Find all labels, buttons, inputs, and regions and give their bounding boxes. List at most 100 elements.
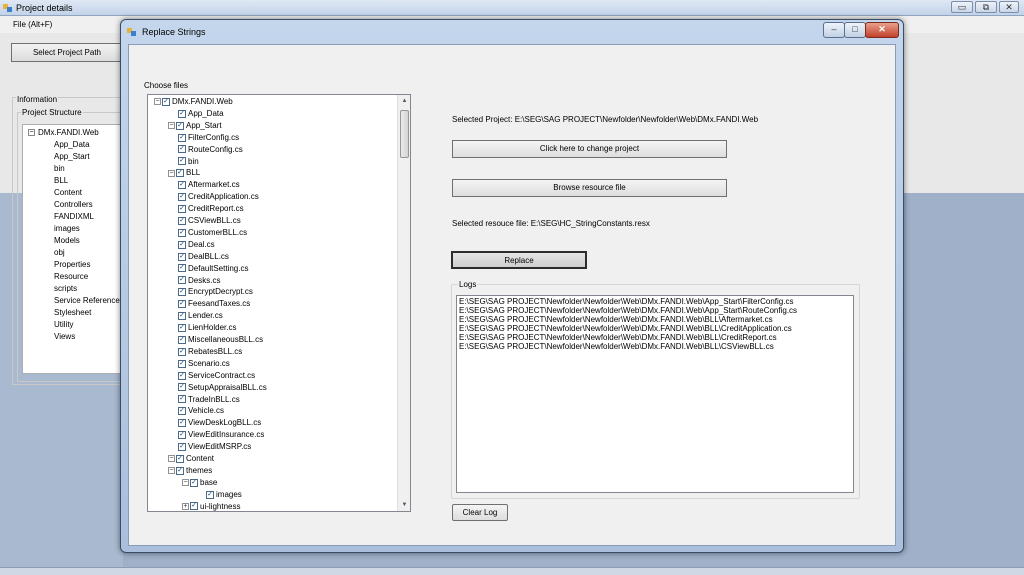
- collapse-icon[interactable]: −: [168, 455, 175, 463]
- file-tree-node[interactable]: ✓ CSViewBLL.cs: [178, 215, 241, 227]
- node-checkbox[interactable]: ✓: [178, 359, 186, 368]
- file-tree-scrollbar[interactable]: ▲ ▼: [397, 95, 410, 511]
- project-tree-item[interactable]: Resource: [54, 272, 88, 281]
- project-structure-tree[interactable]: − DMx.FANDI.Web App_Data App_Start bin BLL Co…: [22, 124, 123, 374]
- project-tree-item[interactable]: Views: [54, 332, 75, 341]
- node-checkbox[interactable]: ✓: [178, 288, 186, 297]
- file-tree-node[interactable]: ✓ DefaultSetting.cs: [178, 263, 248, 275]
- file-tree-node[interactable]: − ✓ BLL: [168, 167, 200, 179]
- file-tree-node[interactable]: ✓ LienHolder.cs: [178, 322, 236, 334]
- file-tree-node[interactable]: ✓ RebatesBLL.cs: [178, 346, 242, 358]
- node-checkbox[interactable]: ✓: [178, 157, 186, 166]
- node-checkbox[interactable]: ✓: [178, 204, 186, 213]
- project-tree-item[interactable]: FANDIXML: [54, 212, 94, 221]
- node-checkbox[interactable]: ✓: [178, 300, 186, 309]
- project-tree-root[interactable]: − DMx.FANDI.Web: [28, 128, 99, 137]
- collapse-icon[interactable]: −: [168, 122, 175, 130]
- dialog-minimize-button[interactable]: ‒: [823, 22, 845, 38]
- node-checkbox[interactable]: ✓: [178, 240, 186, 249]
- node-checkbox[interactable]: ✓: [178, 216, 186, 225]
- file-tree-node[interactable]: ✓ SetupAppraisalBLL.cs: [178, 382, 267, 394]
- node-checkbox[interactable]: ✓: [178, 383, 186, 392]
- file-tree[interactable]: − ✓ DMx.FANDI.Web ✓ App_Data − ✓ App_Start ✓ Filt…: [147, 94, 411, 512]
- project-tree-item[interactable]: images: [54, 224, 80, 233]
- node-checkbox[interactable]: ✓: [178, 312, 186, 321]
- file-tree-node[interactable]: ✓ Scenario.cs: [178, 358, 230, 370]
- browse-resource-button[interactable]: Browse resource file: [452, 179, 727, 197]
- file-tree-node[interactable]: ✓ bin: [178, 156, 199, 168]
- select-project-path-button[interactable]: Select Project Path: [11, 43, 123, 62]
- dialog-titlebar[interactable]: Replace Strings ‒ □ ✕: [121, 20, 903, 44]
- file-tree-node[interactable]: ✓ TradeInBLL.cs: [178, 394, 240, 406]
- node-checkbox[interactable]: ✓: [178, 431, 186, 440]
- node-checkbox[interactable]: ✓: [178, 276, 186, 285]
- file-tree-node[interactable]: − ✓ themes: [168, 465, 212, 477]
- file-tree-node[interactable]: ✓ ViewEditMSRP.cs: [178, 441, 251, 453]
- file-tree-node[interactable]: ✓ MiscellaneousBLL.cs: [178, 334, 263, 346]
- node-checkbox[interactable]: ✓: [178, 145, 186, 154]
- file-tree-node[interactable]: + ✓ ui-lightness: [182, 501, 240, 511]
- bg-close-button[interactable]: ✕: [999, 1, 1019, 13]
- scroll-down-icon[interactable]: ▼: [398, 499, 411, 511]
- logs-textbox[interactable]: E:\SEG\SAG PROJECT\Newfolder\Newfolder\W…: [456, 295, 854, 493]
- bg-minimize-button[interactable]: ▭: [951, 1, 973, 13]
- scroll-up-icon[interactable]: ▲: [398, 95, 411, 107]
- file-tree-node[interactable]: ✓ CustomerBLL.cs: [178, 227, 247, 239]
- node-checkbox[interactable]: ✓: [178, 371, 186, 380]
- project-tree-item[interactable]: scripts: [54, 284, 77, 293]
- file-tree-node[interactable]: − ✓ App_Start: [168, 120, 222, 132]
- node-checkbox[interactable]: ✓: [176, 169, 184, 178]
- node-checkbox[interactable]: ✓: [178, 395, 186, 404]
- node-checkbox[interactable]: ✓: [178, 442, 186, 451]
- project-tree-item[interactable]: Utility: [54, 320, 74, 329]
- file-menu[interactable]: File (Alt+F): [13, 20, 52, 29]
- scroll-thumb[interactable]: [400, 110, 409, 158]
- node-checkbox[interactable]: ✓: [206, 490, 214, 499]
- node-checkbox[interactable]: ✓: [178, 228, 186, 237]
- file-tree-node[interactable]: ✓ Lender.cs: [178, 310, 223, 322]
- project-tree-item[interactable]: Content: [54, 188, 82, 197]
- collapse-icon[interactable]: −: [182, 479, 189, 487]
- project-tree-item[interactable]: App_Data: [54, 140, 90, 149]
- project-tree-item[interactable]: Controllers: [54, 200, 93, 209]
- node-checkbox[interactable]: ✓: [190, 502, 198, 511]
- change-project-button[interactable]: Click here to change project: [452, 140, 727, 158]
- node-checkbox[interactable]: ✓: [178, 252, 186, 261]
- file-tree-node[interactable]: ✓ FilterConfig.cs: [178, 132, 239, 144]
- project-tree-item[interactable]: BLL: [54, 176, 68, 185]
- node-checkbox[interactable]: ✓: [176, 454, 184, 463]
- file-tree-node[interactable]: ✓ DealBLL.cs: [178, 251, 229, 263]
- project-tree-item[interactable]: Stylesheet: [54, 308, 91, 317]
- collapse-icon[interactable]: −: [154, 98, 161, 106]
- node-checkbox[interactable]: ✓: [178, 193, 186, 202]
- project-tree-item[interactable]: obj: [54, 248, 65, 257]
- file-tree-node[interactable]: ✓ FeesandTaxes.cs: [178, 298, 250, 310]
- node-checkbox[interactable]: ✓: [176, 121, 184, 130]
- node-checkbox[interactable]: ✓: [178, 347, 186, 356]
- dialog-maximize-button[interactable]: □: [844, 22, 866, 38]
- node-checkbox[interactable]: ✓: [178, 335, 186, 344]
- node-checkbox[interactable]: ✓: [178, 181, 186, 190]
- file-tree-node[interactable]: ✓ CreditReport.cs: [178, 203, 244, 215]
- file-tree-node[interactable]: ✓ EncryptDecrypt.cs: [178, 286, 253, 298]
- file-tree-node[interactable]: ✓ CreditApplication.cs: [178, 191, 259, 203]
- project-tree-item[interactable]: Models: [54, 236, 80, 245]
- node-checkbox[interactable]: ✓: [178, 109, 186, 118]
- file-tree-node[interactable]: ✓ images: [206, 489, 242, 501]
- clear-log-button[interactable]: Clear Log: [452, 504, 508, 521]
- file-tree-node[interactable]: ✓ Desks.cs: [178, 275, 220, 287]
- project-tree-item[interactable]: bin: [54, 164, 65, 173]
- project-tree-item[interactable]: Properties: [54, 260, 90, 269]
- node-checkbox[interactable]: ✓: [178, 407, 186, 416]
- project-tree-item[interactable]: Service Reference: [54, 296, 120, 305]
- file-tree-node[interactable]: ✓ ViewEditInsurance.cs: [178, 429, 264, 441]
- bg-restore-button[interactable]: ⧉: [975, 1, 997, 13]
- collapse-icon[interactable]: −: [168, 169, 175, 177]
- node-checkbox[interactable]: ✓: [162, 97, 170, 106]
- file-tree-node[interactable]: ✓ Deal.cs: [178, 239, 215, 251]
- file-tree-node[interactable]: − ✓ DMx.FANDI.Web: [154, 96, 233, 108]
- file-tree-node[interactable]: ✓ ViewDeskLogBLL.cs: [178, 417, 261, 429]
- file-tree-node[interactable]: ✓ RouteConfig.cs: [178, 144, 243, 156]
- file-tree-node[interactable]: ✓ Vehicle.cs: [178, 405, 224, 417]
- node-checkbox[interactable]: ✓: [176, 466, 184, 475]
